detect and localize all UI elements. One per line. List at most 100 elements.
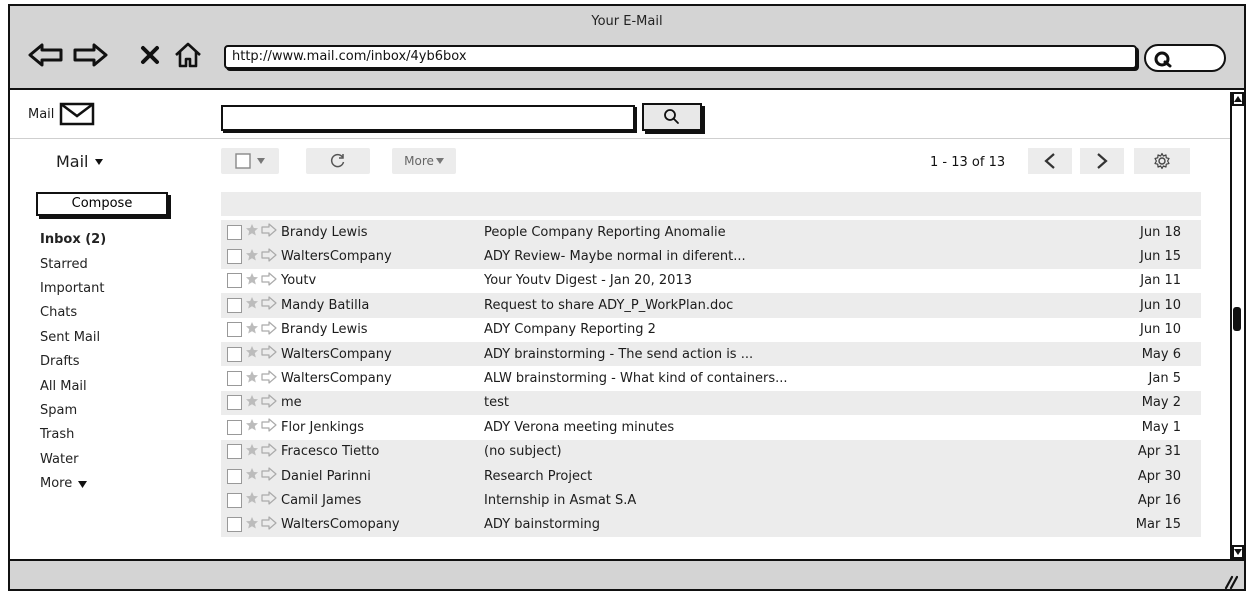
message-checkbox[interactable] <box>227 346 242 362</box>
message-checkbox[interactable] <box>227 395 242 411</box>
message-checkbox[interactable] <box>227 224 242 240</box>
importance-marker-icon[interactable] <box>261 467 277 485</box>
message-sender: WaltersComopany <box>281 517 400 533</box>
importance-marker-icon[interactable] <box>261 296 277 314</box>
mail-menu-label: Mail <box>56 152 89 171</box>
message-row[interactable]: Camil James Internship in Asmat S.A Apr 16 <box>221 488 1201 513</box>
sidebar-item-starred[interactable]: Starred <box>40 252 106 276</box>
star-icon[interactable] <box>245 516 259 534</box>
sidebar-item-spam[interactable]: Spam <box>40 399 106 423</box>
mail-logo: Mail <box>28 102 95 126</box>
settings-button[interactable] <box>1134 148 1190 174</box>
star-icon[interactable] <box>245 248 259 266</box>
vertical-scrollbar[interactable] <box>1230 92 1244 559</box>
message-date: Jun 10 <box>1140 297 1181 313</box>
message-row[interactable]: Brandy Lewis People Company Reporting Ano… <box>221 220 1201 245</box>
importance-marker-icon[interactable] <box>261 223 277 241</box>
forward-button[interactable] <box>70 40 110 70</box>
message-row[interactable]: Daniel Parinni Research Project Apr 30 <box>221 463 1201 489</box>
stop-button[interactable] <box>138 40 162 70</box>
browser-chrome: Your E-Mail http://www.mail.com/inbox/4y… <box>10 6 1244 90</box>
message-checkbox[interactable] <box>227 249 242 265</box>
refresh-button[interactable] <box>306 148 370 174</box>
star-icon[interactable] <box>245 345 259 363</box>
scroll-up-button[interactable] <box>1232 92 1244 106</box>
importance-marker-icon[interactable] <box>261 394 277 412</box>
chevron-down-icon <box>78 480 88 488</box>
sidebar-item-water[interactable]: Water <box>40 448 106 472</box>
star-icon[interactable] <box>245 272 259 290</box>
chevron-down-icon <box>257 158 265 164</box>
importance-marker-icon[interactable] <box>261 443 277 461</box>
importance-marker-icon[interactable] <box>261 345 277 363</box>
sidebar-item-inbox[interactable]: Inbox (2) <box>40 228 106 252</box>
message-checkbox[interactable] <box>227 492 242 508</box>
message-row[interactable]: me test May 2 <box>221 390 1201 416</box>
more-dropdown[interactable]: More <box>392 148 456 174</box>
importance-marker-icon[interactable] <box>261 321 277 339</box>
sidebar-item-trash[interactable]: Trash <box>40 423 106 447</box>
sidebar-item-more[interactable]: More <box>40 472 106 496</box>
star-icon[interactable] <box>245 370 259 388</box>
message-date: Apr 16 <box>1137 492 1181 508</box>
message-date: May 1 <box>1141 419 1181 435</box>
message-checkbox[interactable] <box>227 371 242 387</box>
importance-marker-icon[interactable] <box>261 418 277 436</box>
importance-marker-icon[interactable] <box>261 369 277 388</box>
older-page-button[interactable] <box>1080 148 1124 174</box>
message-row[interactable]: Brandy Lewis ADY Company Reporting 2 Jun 1… <box>221 318 1201 342</box>
message-row[interactable]: WaltersCompany ALW brainstorming - What k… <box>221 366 1201 390</box>
arrow-up-icon <box>1234 96 1242 102</box>
mail-search-button[interactable] <box>642 103 702 131</box>
search-icon <box>1154 51 1172 68</box>
importance-marker-icon[interactable] <box>261 272 277 290</box>
home-button[interactable] <box>170 40 206 70</box>
message-checkbox[interactable] <box>227 297 242 313</box>
message-checkbox[interactable] <box>227 468 242 484</box>
message-row[interactable]: Youtv Your Youtv Digest - Jan 20, 2013 Jan… <box>221 269 1201 293</box>
compose-button[interactable]: Compose <box>36 192 168 216</box>
star-icon[interactable] <box>245 491 259 509</box>
message-subject: ADY Review- Maybe normal in diferent... <box>484 249 746 265</box>
message-row[interactable]: Fracesco Tietto (no subject) Apr 31 <box>221 439 1201 464</box>
message-checkbox[interactable] <box>227 322 242 338</box>
sidebar-item-sent-mail[interactable]: Sent Mail <box>40 326 106 350</box>
star-icon[interactable] <box>245 321 259 339</box>
star-icon[interactable] <box>245 418 259 436</box>
importance-marker-icon[interactable] <box>261 516 277 534</box>
star-icon[interactable] <box>245 443 259 461</box>
message-date: May 6 <box>1141 346 1181 362</box>
message-checkbox[interactable] <box>227 444 242 460</box>
scroll-down-button[interactable] <box>1232 545 1244 559</box>
mail-menu-dropdown[interactable]: Mail <box>56 152 104 171</box>
select-all-dropdown[interactable] <box>221 148 279 174</box>
importance-marker-icon[interactable] <box>261 247 277 266</box>
message-checkbox[interactable] <box>227 517 242 533</box>
message-row[interactable]: WaltersComopany ADY bainstorming Mar 15 <box>221 512 1201 538</box>
message-row[interactable]: WaltersCompany ADY brainstorming - The se… <box>221 341 1201 367</box>
star-icon[interactable] <box>245 296 259 314</box>
back-button[interactable] <box>26 40 66 70</box>
message-row[interactable]: Mandy Batilla Request to share ADY_P_Work… <box>221 293 1201 318</box>
sidebar-item-chats[interactable]: Chats <box>40 301 106 325</box>
scroll-thumb[interactable] <box>1233 307 1241 331</box>
star-icon[interactable] <box>245 394 259 412</box>
newer-page-button[interactable] <box>1028 148 1072 174</box>
browser-search-button[interactable] <box>1144 44 1226 72</box>
mail-search-input[interactable] <box>221 105 635 131</box>
star-icon[interactable] <box>245 223 259 241</box>
message-checkbox[interactable] <box>227 419 242 435</box>
sidebar-item-important[interactable]: Important <box>40 277 106 301</box>
message-subject: ALW brainstorming - What kind of contain… <box>484 371 788 387</box>
pagination-text: 1 - 13 of 13 <box>930 155 1006 170</box>
message-row[interactable]: Flor Jenkings ADY Verona meeting minutes M… <box>221 415 1201 439</box>
message-checkbox[interactable] <box>227 273 242 289</box>
message-date: Apr 30 <box>1137 468 1181 484</box>
url-bar[interactable]: http://www.mail.com/inbox/4yb6box <box>224 45 1137 69</box>
sidebar-item-all-mail[interactable]: All Mail <box>40 374 106 398</box>
star-icon[interactable] <box>245 467 259 485</box>
importance-marker-icon[interactable] <box>261 491 277 509</box>
resize-grip-icon[interactable] <box>1220 575 1238 589</box>
sidebar-item-drafts[interactable]: Drafts <box>40 350 106 374</box>
message-row[interactable]: WaltersCompany ADY Review- Maybe normal i… <box>221 244 1201 269</box>
